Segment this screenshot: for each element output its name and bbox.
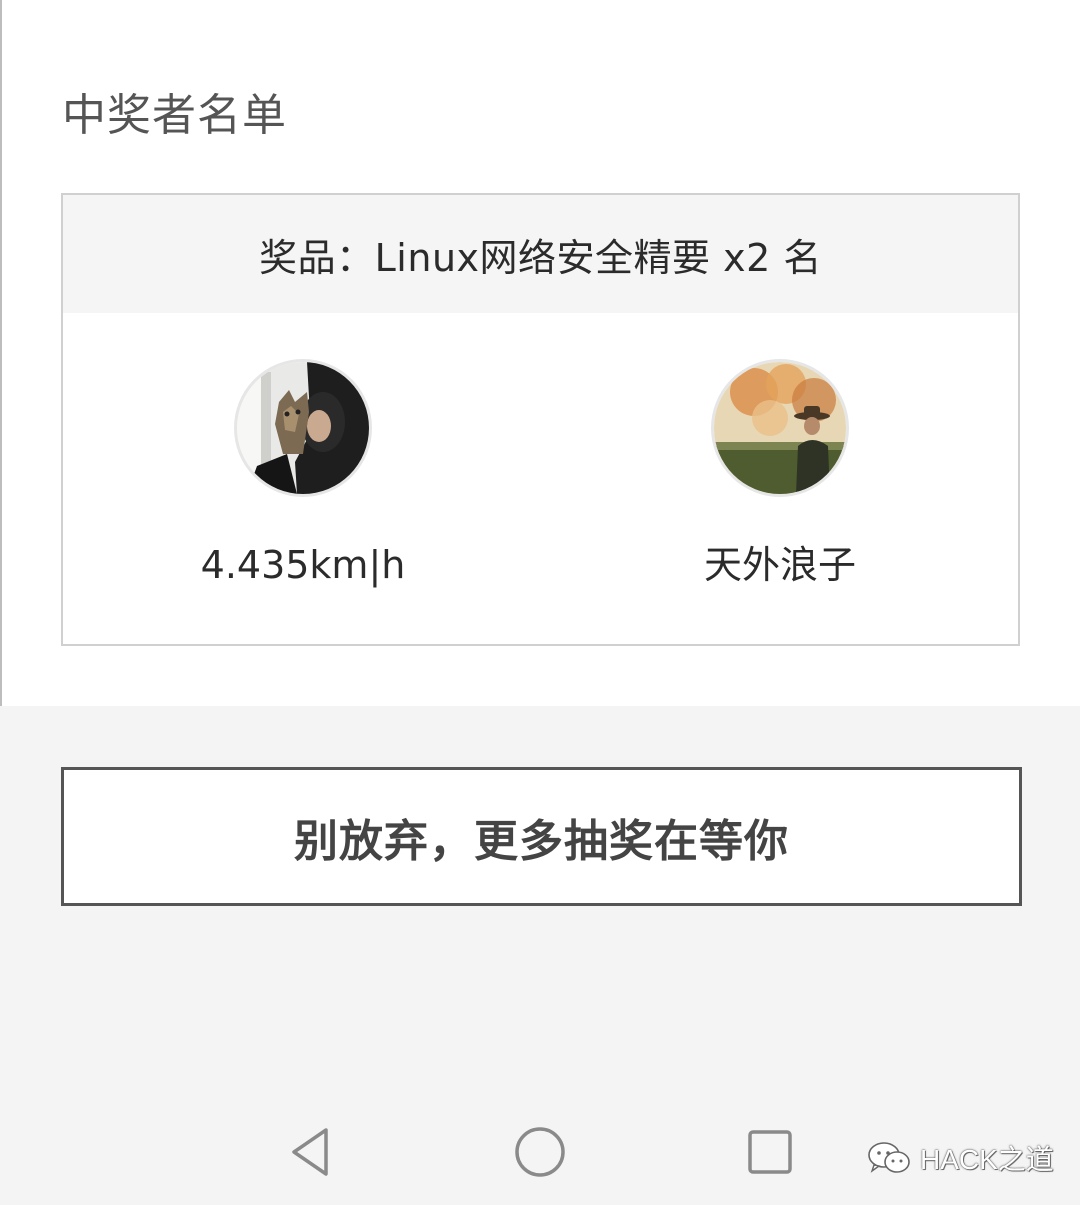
winner-item[interactable]: 天外浪子 [630, 359, 930, 589]
avatar[interactable] [711, 359, 849, 497]
prize-header-label: 奖品：Linux网络安全精要 x2 名 [259, 235, 822, 280]
more-lottery-label: 别放弃，更多抽奖在等你 [294, 815, 789, 867]
nav-recent-button[interactable] [740, 1122, 800, 1182]
more-lottery-button[interactable]: 别放弃，更多抽奖在等你 [61, 767, 1022, 906]
recent-square-icon [748, 1130, 792, 1174]
page-title: 中奖者名单 [62, 90, 287, 141]
watermark-text: HACK之道 [920, 1144, 1054, 1175]
prize-card: 奖品：Linux网络安全精要 x2 名 4.435km|h 天外浪子 [61, 193, 1020, 646]
home-circle-icon [515, 1127, 565, 1177]
winner-name: 4.435km|h [200, 543, 406, 587]
nav-back-button[interactable] [280, 1122, 340, 1182]
avatar-person-with-cat-icon [237, 362, 369, 494]
nav-home-button[interactable] [510, 1122, 570, 1182]
winner-list-panel: 中奖者名单 奖品：Linux网络安全精要 x2 名 4.435km|h 天外浪子 [0, 0, 1080, 706]
panel-edge [0, 0, 2, 706]
prize-header: 奖品：Linux网络安全精要 x2 名 [63, 195, 1018, 313]
winner-item[interactable]: 4.435km|h [153, 359, 453, 589]
avatar-person-in-field-icon [714, 362, 846, 494]
back-triangle-icon [292, 1128, 328, 1176]
watermark: HACK之道 [866, 1138, 1054, 1178]
wechat-icon [868, 1142, 910, 1173]
winner-name: 天外浪子 [703, 543, 856, 587]
avatar[interactable] [234, 359, 372, 497]
